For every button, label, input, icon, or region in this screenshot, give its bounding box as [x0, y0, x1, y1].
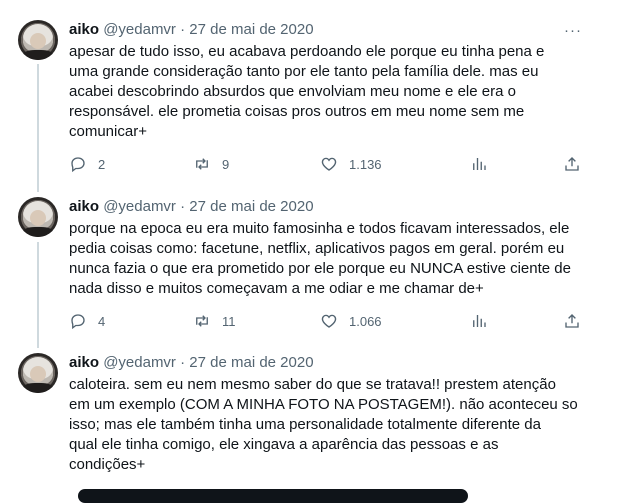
reply-button[interactable]: 4 — [69, 312, 105, 330]
tweet-text: caloteira. sem eu nem mesmo saber do que… — [69, 376, 578, 473]
retweet-count: 9 — [222, 156, 230, 172]
separator: · — [180, 198, 186, 215]
tweet-header: aiko @yedamvr · 27 de mai de 2020 — [69, 353, 314, 373]
heart-icon — [320, 155, 338, 173]
tweet-date[interactable]: 27 de mai de 2020 — [189, 354, 313, 371]
analytics-icon — [470, 312, 488, 330]
retweet-icon — [193, 312, 211, 330]
author-name[interactable]: aiko — [69, 21, 99, 38]
tweet-actions: 2 9 1.136 — [69, 155, 579, 175]
share-button[interactable] — [563, 155, 581, 173]
separator: · — [180, 21, 186, 38]
analytics-icon — [470, 155, 488, 173]
avatar[interactable] — [18, 197, 58, 237]
reply-count: 2 — [98, 156, 106, 172]
share-icon — [563, 312, 581, 330]
tweet[interactable]: aiko @yedamvr · 27 de mai de 2020 ··· ap… — [0, 20, 600, 180]
views-button[interactable] — [470, 155, 488, 173]
separator: · — [180, 354, 186, 371]
views-button[interactable] — [470, 312, 488, 330]
retweet-button[interactable]: 11 — [193, 312, 236, 330]
author-name[interactable]: aiko — [69, 198, 99, 215]
share-button[interactable] — [563, 312, 581, 330]
author-handle[interactable]: @yedamvr — [103, 198, 176, 215]
tweet-header: aiko @yedamvr · 27 de mai de 2020 — [69, 20, 314, 40]
share-icon — [563, 155, 581, 173]
retweet-count: 11 — [222, 313, 236, 329]
retweet-icon — [193, 155, 211, 173]
heart-icon — [320, 312, 338, 330]
tweet-text: apesar de tudo isso, eu acabava perdoand… — [69, 43, 545, 140]
reply-button[interactable]: 2 — [69, 155, 105, 173]
tweet-date[interactable]: 27 de mai de 2020 — [189, 198, 313, 215]
like-button[interactable]: 1.136 — [320, 155, 382, 173]
like-button[interactable]: 1.066 — [320, 312, 382, 330]
tweet-actions: 4 11 1.066 — [69, 312, 579, 332]
more-options-icon[interactable]: ··· — [564, 22, 582, 39]
avatar[interactable] — [18, 353, 58, 393]
avatar[interactable] — [18, 20, 58, 60]
author-name[interactable]: aiko — [69, 354, 99, 371]
like-count: 1.066 — [349, 313, 382, 329]
reply-count: 4 — [98, 313, 106, 329]
reply-icon — [69, 155, 87, 173]
tweet-header: aiko @yedamvr · 27 de mai de 2020 — [69, 197, 314, 217]
reply-icon — [69, 312, 87, 330]
author-handle[interactable]: @yedamvr — [103, 354, 176, 371]
tweet-text: porque na epoca eu era muito famosinha e… — [69, 220, 571, 297]
tweet[interactable]: aiko @yedamvr · 27 de mai de 2020 porque… — [0, 197, 600, 337]
like-count: 1.136 — [349, 156, 382, 172]
retweet-button[interactable]: 9 — [193, 155, 229, 173]
author-handle[interactable]: @yedamvr — [103, 21, 176, 38]
tweet[interactable]: aiko @yedamvr · 27 de mai de 2020 calote… — [0, 353, 600, 492]
media-preview[interactable] — [78, 489, 468, 503]
tweet-date[interactable]: 27 de mai de 2020 — [189, 21, 313, 38]
